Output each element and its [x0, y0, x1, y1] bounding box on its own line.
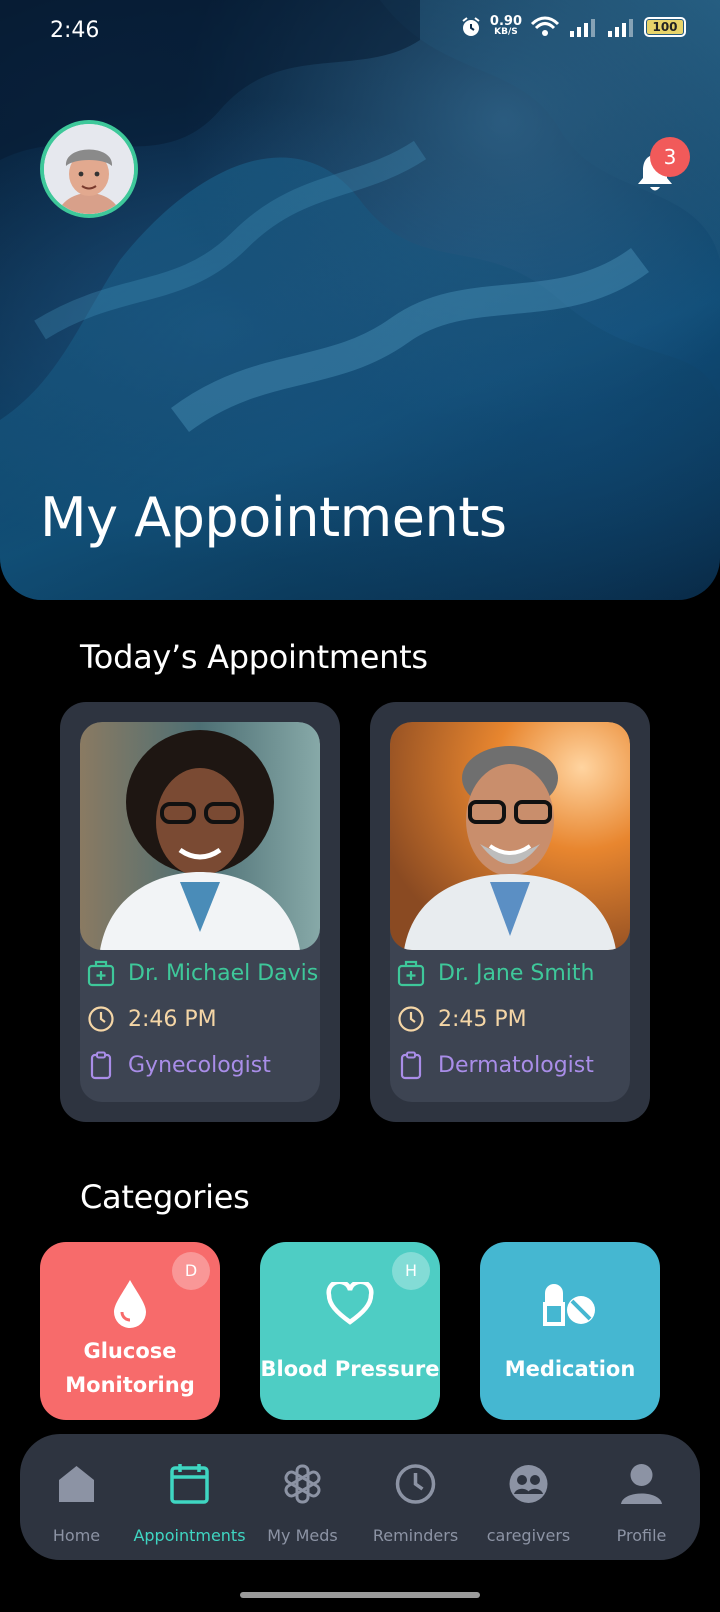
clock-icon — [88, 1006, 114, 1032]
category-label: Blood Pressure — [260, 1357, 440, 1381]
category-blood-pressure[interactable]: H Blood Pressure — [260, 1242, 440, 1420]
appointment-time-row: 2:46 PM — [86, 1004, 217, 1034]
doctor-photo — [390, 722, 630, 950]
category-medication[interactable]: Medication — [480, 1242, 660, 1420]
user-icon — [621, 1464, 662, 1504]
category-glucose-monitoring[interactable]: D Glucose Monitoring — [40, 1242, 220, 1420]
clipboard-icon — [90, 1051, 112, 1080]
nav-item-caregivers[interactable]: caregivers — [472, 1434, 585, 1560]
medical-kit-icon — [87, 960, 115, 987]
todays-appointments-title: Today’s Appointments — [80, 638, 428, 676]
alarm-icon — [462, 17, 480, 36]
specialty-row: Dermatologist — [396, 1050, 594, 1080]
network-speed-value: 0.90 — [489, 14, 522, 29]
asterisk-icon — [284, 1464, 321, 1504]
nav-item-profile[interactable]: Profile — [585, 1434, 698, 1560]
appointment-card[interactable]: Dr. Michael Davis 2:46 PM Gynecologist — [60, 702, 340, 1122]
signal-icon-2 — [608, 19, 633, 37]
doctor-name-row: Dr. Jane Smith — [396, 958, 594, 988]
nav-item-reminders[interactable]: Reminders — [359, 1434, 472, 1560]
nav-item-my-meds[interactable]: My Meds — [246, 1434, 359, 1560]
avatar-image — [44, 124, 134, 214]
network-speed-unit: KB/S — [494, 27, 518, 37]
home-icon — [59, 1466, 94, 1502]
appointment-time: 2:46 PM — [128, 1006, 217, 1032]
heart-icon — [260, 1279, 440, 1331]
nav-label: Appointments — [133, 1526, 246, 1545]
calendar-icon — [170, 1464, 209, 1504]
bottom-navigation: Home Appointments My Meds Reminders care… — [20, 1434, 700, 1560]
status-time: 2:46 — [50, 18, 100, 43]
nav-label: Reminders — [372, 1526, 459, 1545]
signal-icon — [570, 19, 595, 37]
pills-icon — [480, 1282, 660, 1333]
nav-item-home[interactable]: Home — [20, 1434, 133, 1560]
category-label-line1: Glucose — [83, 1339, 177, 1363]
page-title: My Appointments — [40, 486, 507, 549]
nav-label: Profile — [616, 1526, 667, 1545]
specialty-row: Gynecologist — [86, 1050, 271, 1080]
battery-level: 100 — [652, 20, 678, 34]
home-indicator[interactable] — [240, 1592, 480, 1598]
medical-kit-icon — [397, 960, 425, 987]
clock-icon — [395, 1464, 436, 1504]
doctor-specialty: Gynecologist — [128, 1052, 271, 1078]
status-bar: 2:46 0.90 KB/S 100 — [0, 0, 720, 64]
doctor-specialty: Dermatologist — [438, 1052, 594, 1078]
category-label: Medication — [504, 1357, 636, 1381]
nav-label: caregivers — [486, 1526, 571, 1545]
categories-title: Categories — [80, 1178, 250, 1216]
doctor-name-row: Dr. Michael Davis — [86, 958, 318, 988]
appointment-time: 2:45 PM — [438, 1006, 527, 1032]
hero-banner: 2:46 0.90 KB/S 100 3 My Appointments — [0, 0, 720, 600]
network-speed: 0.90 KB/S — [489, 14, 522, 38]
nav-label: My Meds — [267, 1526, 338, 1545]
doctor-name: Dr. Jane Smith — [438, 960, 595, 986]
wifi-icon — [530, 16, 560, 36]
doctor-name: Dr. Michael Davis — [128, 960, 319, 986]
caregivers-icon — [509, 1465, 548, 1503]
clipboard-icon — [400, 1051, 422, 1080]
battery-icon: 100 — [644, 17, 686, 37]
appointment-card[interactable]: Dr. Jane Smith 2:45 PM Dermatologist — [370, 702, 650, 1122]
category-label-line2: Monitoring — [65, 1373, 195, 1397]
user-avatar[interactable] — [40, 120, 138, 218]
doctor-photo — [80, 722, 320, 950]
appointment-time-row: 2:45 PM — [396, 1004, 527, 1034]
nav-label: Home — [52, 1526, 101, 1545]
notification-badge: 3 — [650, 137, 690, 177]
droplet-icon — [40, 1278, 220, 1333]
nav-item-appointments[interactable]: Appointments — [133, 1434, 246, 1560]
clock-icon — [398, 1006, 424, 1032]
